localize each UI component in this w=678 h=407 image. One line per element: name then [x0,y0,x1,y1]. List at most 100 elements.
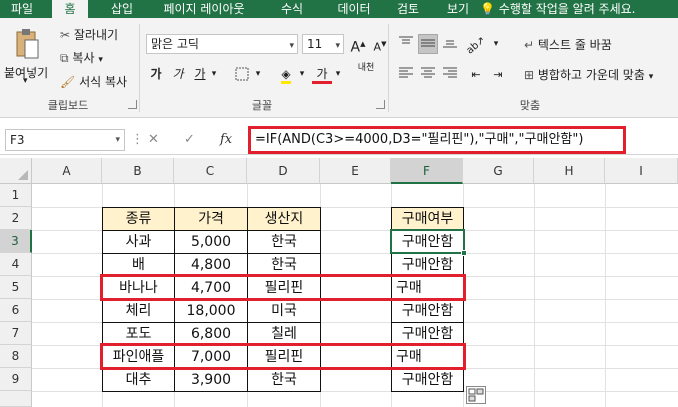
copy-button[interactable]: ⧉ 복사 ▾ [60,49,103,66]
align-top-button[interactable] [396,34,416,54]
column-header-i[interactable]: I [605,158,678,184]
fill-color-dropdown-icon[interactable]: ▾ [296,64,308,84]
tab-formulas[interactable]: 수식 [272,0,312,18]
decrease-font-size-button[interactable]: A▼ [370,34,390,54]
row-header-5[interactable]: 5 [0,276,32,299]
cell-d7[interactable]: 칠레 [248,323,320,345]
cell-f2[interactable]: 구매여부 [392,208,463,230]
row-header-3[interactable]: 3 [0,230,32,253]
tell-me-box[interactable]: 💡 수행할 작업을 알려 주세요. [480,0,635,18]
cell-d6[interactable]: 미국 [248,300,320,322]
cell-f8[interactable]: 구매 [392,346,463,368]
font-dialog-launcher-icon[interactable] [376,100,385,109]
cell-b6[interactable]: 체리 [103,300,174,322]
align-center-button[interactable] [418,64,438,84]
column-header-f[interactable]: F [391,158,463,184]
borders-button[interactable] [232,64,252,84]
cancel-icon[interactable]: ✕ [148,129,159,151]
cell-b5[interactable]: 바나나 [103,277,174,299]
cell-f7[interactable]: 구매안함 [392,323,463,345]
cell-d8[interactable]: 필리핀 [248,346,320,368]
tab-review[interactable]: 검토 [390,0,426,18]
row-header-8[interactable]: 8 [0,345,32,368]
cell-c3[interactable]: 5,000 [175,231,247,253]
cell-d5[interactable]: 필리핀 [248,277,320,299]
align-middle-button[interactable] [418,34,438,54]
cell-c6[interactable]: 18,000 [175,300,247,322]
borders-dropdown-icon[interactable]: ▾ [252,64,264,84]
decrease-indent-button[interactable]: ⇤ [466,64,486,84]
paste-dropdown-icon[interactable]: ▾ [23,76,28,86]
wrap-text-button[interactable]: ↵ 텍스트 줄 바꿈 [524,36,612,53]
cell-b3[interactable]: 사과 [103,231,174,253]
tab-insert[interactable]: 삽입 [104,0,140,18]
tab-home[interactable]: 홈 [52,0,88,18]
fill-handle[interactable] [461,250,467,256]
cell-f5[interactable]: 구매 [392,277,463,299]
cell-b8[interactable]: 파인애플 [103,346,174,368]
enter-icon[interactable]: ✓ [184,129,195,151]
tab-data[interactable]: 데이터 [330,0,378,18]
font-color-button[interactable]: 가 [312,64,332,84]
tab-page-layout[interactable]: 페이지 레이아웃 [152,0,256,18]
row-header-1[interactable]: 1 [0,184,32,207]
cell-d2[interactable]: 생산지 [248,208,320,230]
orientation-button[interactable]: ab↗ [465,34,488,57]
bold-button[interactable]: 가 [146,64,166,84]
cell-b2[interactable]: 종류 [103,208,174,230]
insert-function-icon[interactable]: fx [220,129,232,151]
underline-dropdown-icon[interactable]: ▾ [208,64,220,84]
italic-button[interactable]: 가 [168,64,188,84]
row-header-6[interactable]: 6 [0,299,32,322]
orientation-dropdown-icon[interactable]: ▾ [490,34,502,54]
format-painter-button[interactable]: 🖌 서식 복사 [60,73,127,90]
column-header-d[interactable]: D [247,158,320,184]
cell-c2[interactable]: 가격 [175,208,247,230]
font-color-dropdown-icon[interactable]: ▾ [332,64,344,84]
cell-b9[interactable]: 대추 [103,369,174,391]
align-right-button[interactable] [440,64,460,84]
column-header-b[interactable]: B [102,158,174,184]
paste-icon[interactable] [14,28,40,60]
increase-indent-button[interactable]: ⇥ [488,64,508,84]
column-header-h[interactable]: H [534,158,605,184]
row-header-9[interactable]: 9 [0,368,32,391]
row-header-4[interactable]: 4 [0,253,32,276]
font-name-combo[interactable]: 맑은 고딕 ▾ [146,34,298,54]
merge-center-button[interactable]: ⊞ 병합하고 가운데 맞춤 ▾ [524,66,653,83]
column-header-g[interactable]: G [463,158,534,184]
cell-c5[interactable]: 4,700 [175,277,247,299]
clipboard-dialog-launcher-icon[interactable] [128,100,137,109]
column-header-c[interactable]: C [174,158,247,184]
cell-b4[interactable]: 배 [103,254,174,276]
align-bottom-button[interactable] [440,34,460,54]
fill-color-button[interactable]: ◈ [276,64,296,84]
row-header-2[interactable]: 2 [0,207,32,230]
column-header-e[interactable]: E [320,158,391,184]
align-left-button[interactable] [396,64,416,84]
cell-c4[interactable]: 4,800 [175,254,247,276]
cell-d3[interactable]: 한국 [248,231,320,253]
phonetic-guide-button[interactable]: 내천 [352,62,380,82]
row-header-7[interactable]: 7 [0,322,32,345]
name-box[interactable]: F3 ▾ [5,129,125,151]
cell-f9[interactable]: 구매안함 [392,369,463,391]
cell-d4[interactable]: 한국 [248,254,320,276]
cell-c7[interactable]: 6,800 [175,323,247,345]
row-header-10[interactable] [0,391,32,407]
cell-c9[interactable]: 3,900 [175,369,247,391]
cell-f4[interactable]: 구매안함 [392,254,463,276]
font-size-combo[interactable]: 11 ▾ [302,34,344,54]
column-header-a[interactable]: A [32,158,102,184]
cell-c8[interactable]: 7,000 [175,346,247,368]
select-all-button[interactable] [0,158,32,184]
tab-file[interactable]: 파일 [4,0,40,18]
quick-analysis-icon[interactable] [466,386,486,404]
underline-button[interactable]: 가 [190,64,210,84]
cut-button[interactable]: ✂ 잘라내기 [60,26,118,43]
formula-input[interactable]: =IF(AND(C3>=4000,D3="필리핀"),"구매","구매안함") [248,126,626,154]
cell-d9[interactable]: 한국 [248,369,320,391]
cell-b7[interactable]: 포도 [103,323,174,345]
increase-font-size-button[interactable]: A▲ [348,34,368,56]
tab-view[interactable]: 보기 [440,0,476,18]
